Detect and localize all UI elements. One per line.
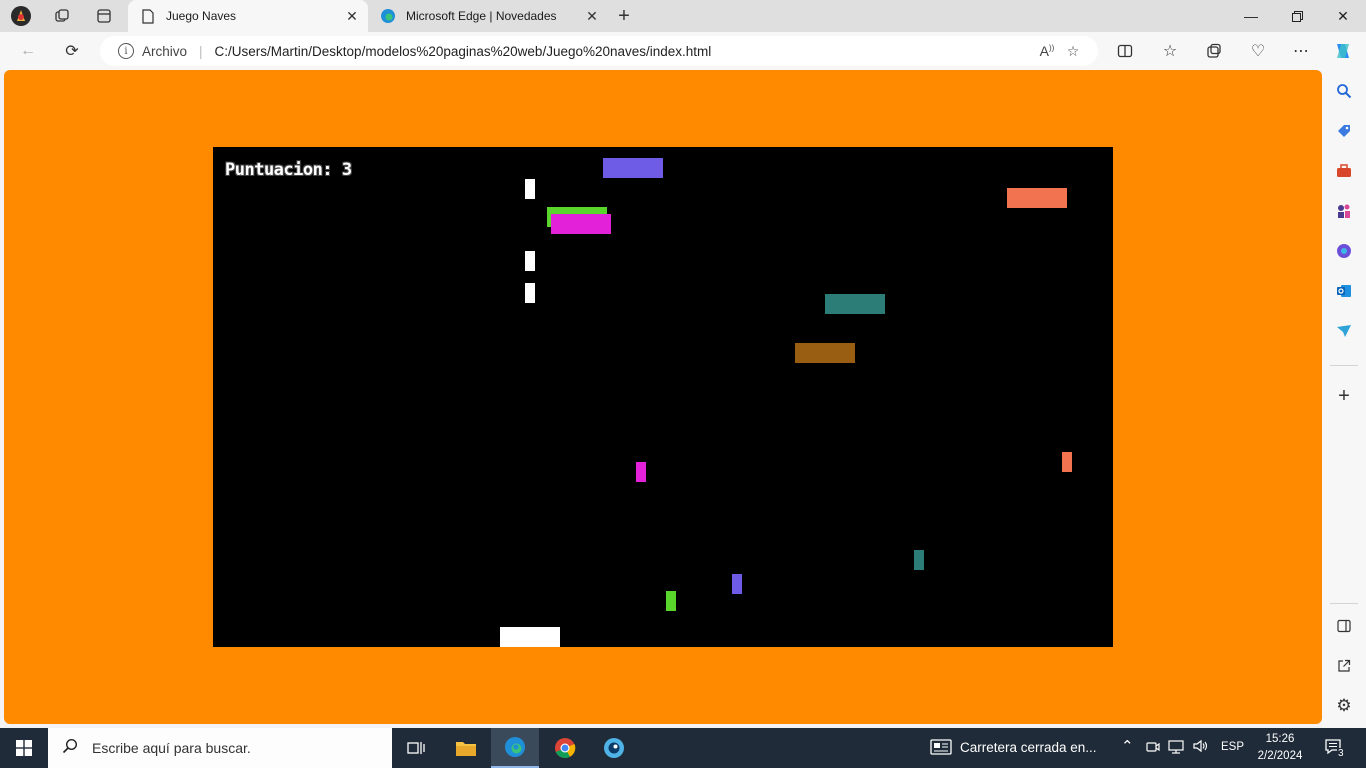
file-explorer-icon[interactable]	[442, 728, 490, 768]
taskbar-search[interactable]: Escribe aquí para buscar.	[48, 728, 392, 768]
copilot-icon[interactable]	[1331, 39, 1355, 63]
hide-sidebar-icon[interactable]	[1333, 615, 1355, 637]
enemy-ship	[825, 294, 885, 314]
app-icon[interactable]	[590, 728, 638, 768]
search-icon[interactable]	[1333, 80, 1355, 102]
edge-icon	[380, 8, 396, 24]
enemy-bullet	[914, 550, 924, 570]
drop-icon[interactable]	[1333, 320, 1355, 342]
page-viewport: Puntuacion: 3	[4, 70, 1322, 724]
enemy-ship	[603, 158, 663, 178]
language-indicator[interactable]: ESP	[1221, 741, 1244, 753]
favorites-icon[interactable]: ☆	[1158, 39, 1182, 63]
windows-taskbar: Escribe aquí para buscar. Carretera cerr…	[0, 728, 1366, 768]
external-link-icon[interactable]	[1333, 655, 1355, 677]
split-screen-icon[interactable]	[1113, 39, 1137, 63]
more-menu-icon[interactable]: ⋯	[1289, 39, 1313, 63]
search-placeholder: Escribe aquí para buscar.	[92, 740, 251, 756]
player-ship	[500, 627, 560, 647]
sidebar-divider	[1330, 603, 1358, 604]
score-label: Puntuacion: 3	[225, 160, 352, 180]
sidebar-divider	[1330, 365, 1358, 366]
add-icon[interactable]: +	[1333, 385, 1355, 407]
search-icon	[62, 738, 78, 759]
profile-avatar-icon[interactable]	[9, 4, 33, 28]
enemy-ship	[1007, 188, 1067, 208]
chrome-icon[interactable]	[541, 728, 589, 768]
chevron-up-icon[interactable]: ⌃	[1121, 737, 1134, 755]
tab-strip: Juego Naves ✕ Microsoft Edge | Novedades…	[0, 0, 1366, 32]
enemy-bullet	[732, 574, 742, 594]
task-view-icon[interactable]	[392, 728, 440, 768]
enemy-bullet	[636, 462, 646, 482]
news-widget-text[interactable]: Carretera cerrada en...	[960, 740, 1097, 755]
read-aloud-icon[interactable]: A))	[1034, 43, 1060, 59]
shopping-tag-icon[interactable]	[1333, 120, 1355, 142]
tab-title: Juego Naves	[166, 9, 237, 23]
windows-start-icon[interactable]	[0, 728, 48, 768]
close-tab-icon[interactable]: ✕	[342, 8, 362, 25]
volume-icon[interactable]	[1193, 739, 1209, 756]
game-canvas[interactable]: Puntuacion: 3	[213, 147, 1113, 647]
enemy-ship	[795, 343, 855, 363]
page-icon	[140, 8, 156, 24]
enemy-bullet	[1062, 452, 1072, 472]
tools-icon[interactable]	[1333, 160, 1355, 182]
favorite-star-icon[interactable]: ☆	[1060, 43, 1086, 60]
tab-juego-naves[interactable]: Juego Naves ✕	[128, 0, 368, 32]
workspaces-icon[interactable]	[50, 4, 74, 28]
collections-icon[interactable]	[1202, 39, 1226, 63]
microsoft-365-icon[interactable]	[1333, 240, 1355, 262]
meet-now-icon[interactable]	[1146, 740, 1160, 757]
player-bullet	[525, 179, 535, 199]
enemy-bullet	[666, 591, 676, 611]
clock-date: 2/2/2024	[1257, 750, 1303, 762]
url-text[interactable]: C:/Users/Martin/Desktop/modelos%20pagina…	[215, 44, 1034, 59]
edge-taskbar-icon[interactable]	[491, 728, 539, 768]
outlook-icon[interactable]	[1333, 280, 1355, 302]
edge-sidebar: + ⚙	[1322, 70, 1366, 728]
clock-time: 15:26	[1265, 733, 1295, 745]
address-toolbar: ← ⟳ i Archivo | C:/Users/Martin/Desktop/…	[0, 32, 1366, 70]
protocol-label: Archivo	[142, 43, 188, 59]
network-icon[interactable]	[1168, 740, 1184, 757]
tab-actions-icon[interactable]	[92, 4, 116, 28]
refresh-icon[interactable]: ⟳	[60, 39, 84, 63]
minimize-icon[interactable]: —	[1228, 0, 1274, 32]
tab-title: Microsoft Edge | Novedades	[406, 9, 557, 23]
taskbar-clock[interactable]: 15:26 2/2/2024	[1250, 731, 1310, 765]
news-icon[interactable]	[930, 739, 952, 758]
address-divider: |	[199, 43, 203, 59]
back-icon[interactable]: ←	[16, 39, 40, 63]
address-bar[interactable]: i Archivo | C:/Users/Martin/Desktop/mode…	[100, 36, 1098, 66]
player-bullet	[525, 251, 535, 271]
enemy-ship	[551, 214, 611, 234]
games-icon[interactable]	[1333, 200, 1355, 222]
restore-icon[interactable]	[1274, 0, 1320, 32]
browser-essentials-icon[interactable]: ♡	[1246, 39, 1270, 63]
info-icon[interactable]: i	[118, 43, 134, 59]
notification-count: 3	[1337, 748, 1345, 759]
tab-edge-novedades[interactable]: Microsoft Edge | Novedades ✕	[368, 0, 608, 32]
new-tab-icon[interactable]: +	[612, 4, 636, 28]
close-tab-icon[interactable]: ✕	[582, 8, 602, 25]
settings-gear-icon[interactable]: ⚙	[1333, 695, 1355, 717]
player-bullet	[525, 283, 535, 303]
close-window-icon[interactable]: ✕	[1320, 0, 1366, 32]
